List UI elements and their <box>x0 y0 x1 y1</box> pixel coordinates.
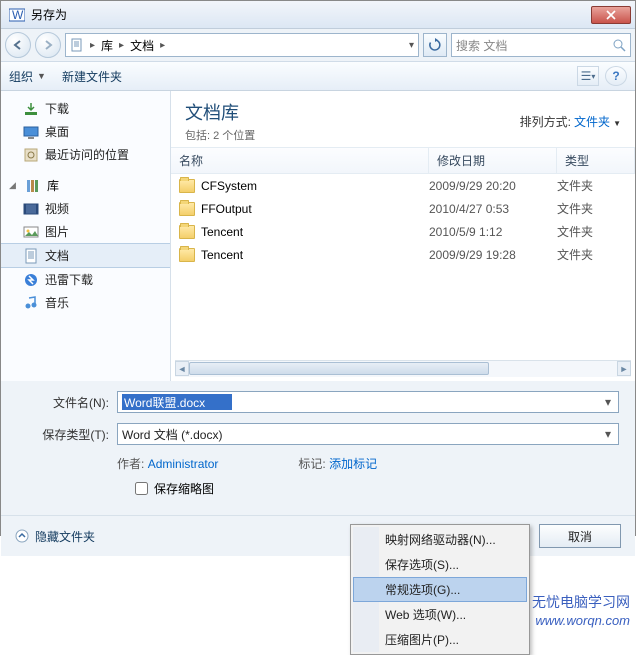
sort-control[interactable]: 排列方式: 文件夹 ▼ <box>520 113 621 130</box>
body-split: 下载 桌面 最近访问的位置 ◢库 视频 图片 文档 迅雷下载 音乐 文档库 包括… <box>1 91 635 381</box>
tree-video[interactable]: 视频 <box>1 197 170 220</box>
music-icon <box>23 295 39 311</box>
library-icon <box>25 178 41 194</box>
scroll-right-icon[interactable]: ► <box>617 361 631 376</box>
table-row[interactable]: Tencent2010/5/9 1:12文件夹 <box>171 220 635 243</box>
nav-row: ▸ 库 ▸ 文档 ▸ ▾ 搜索 文档 <box>1 29 635 61</box>
search-icon <box>613 39 626 52</box>
column-headers[interactable]: 名称 修改日期 类型 <box>171 147 635 174</box>
watermark-url: www.worqn.com <box>535 613 630 628</box>
chevron-down-icon[interactable]: ▾ <box>409 40 414 51</box>
filename-field[interactable]: ▾ <box>117 391 619 413</box>
chevron-right-icon: ▸ <box>119 40 124 51</box>
file-rows: CFSystem2009/9/29 20:20文件夹 FFOutput2010/… <box>171 174 635 356</box>
menu-web-options[interactable]: Web 选项(W)... <box>353 602 527 627</box>
chevron-right-icon: ▸ <box>90 40 95 51</box>
forward-button[interactable] <box>35 32 61 58</box>
watermark-text: 无忧电脑学习网 <box>532 592 630 612</box>
doc-icon <box>70 38 84 52</box>
documents-icon <box>23 248 39 264</box>
search-input[interactable]: 搜索 文档 <box>451 33 631 57</box>
menu-general-options[interactable]: 常规选项(G)... <box>353 577 527 602</box>
xunlei-icon <box>23 272 39 288</box>
folder-icon <box>179 202 195 216</box>
filename-input[interactable] <box>122 394 232 410</box>
new-folder-button[interactable]: 新建文件夹 <box>62 68 122 85</box>
chevron-down-icon[interactable]: ▾ <box>600 394 616 410</box>
scroll-left-icon[interactable]: ◄ <box>175 361 189 376</box>
dialog-title: 另存为 <box>31 6 589 23</box>
tools-menu: 映射网络驱动器(N)... 保存选项(S)... 常规选项(G)... Web … <box>350 524 530 655</box>
folder-icon <box>179 248 195 262</box>
save-form: 文件名(N): ▾ 保存类型(T): Word 文档 (*.docx) ▾ 作者… <box>1 381 635 515</box>
table-row[interactable]: Tencent2009/9/29 19:28文件夹 <box>171 243 635 266</box>
folder-icon <box>179 225 195 239</box>
downloads-icon <box>23 101 39 117</box>
tree-downloads[interactable]: 下载 <box>1 97 170 120</box>
menu-save-options[interactable]: 保存选项(S)... <box>353 552 527 577</box>
chevron-down-icon: ▼ <box>37 71 46 81</box>
tree-desktop[interactable]: 桌面 <box>1 120 170 143</box>
file-list-pane: 文档库 包括: 2 个位置 排列方式: 文件夹 ▼ 名称 修改日期 类型 CFS… <box>171 91 635 381</box>
chevron-down-icon[interactable]: ▾ <box>600 426 616 442</box>
video-icon <box>23 201 39 217</box>
col-type[interactable]: 类型 <box>557 148 635 173</box>
cancel-button[interactable]: 取消 <box>539 524 621 548</box>
tree-pictures[interactable]: 图片 <box>1 220 170 243</box>
table-row[interactable]: CFSystem2009/9/29 20:20文件夹 <box>171 174 635 197</box>
scroll-thumb[interactable] <box>189 362 489 375</box>
filename-label: 文件名(N): <box>17 394 109 411</box>
recent-icon <box>23 147 39 163</box>
chevron-down-icon: ▼ <box>613 119 621 128</box>
col-name[interactable]: 名称 <box>171 148 429 173</box>
menu-map-drive[interactable]: 映射网络驱动器(N)... <box>353 527 527 552</box>
save-as-dialog: W 另存为 ▸ 库 ▸ 文档 ▸ ▾ 搜索 文档 组织 ▼ 新建文件夹 ☰▾ <box>0 0 636 536</box>
tree-libraries[interactable]: ◢库 <box>1 174 170 197</box>
back-button[interactable] <box>5 32 31 58</box>
desktop-icon <box>23 124 39 140</box>
author-label: 作者: <box>117 457 144 471</box>
author-value[interactable]: Administrator <box>148 457 219 471</box>
refresh-button[interactable] <box>423 33 447 57</box>
expand-icon: ◢ <box>9 180 19 191</box>
tags-label: 标记: <box>298 457 325 471</box>
breadcrumb-lib[interactable]: 库 <box>101 37 113 54</box>
svg-text:W: W <box>12 8 24 22</box>
col-date[interactable]: 修改日期 <box>429 148 557 173</box>
nav-tree: 下载 桌面 最近访问的位置 ◢库 视频 图片 文档 迅雷下载 音乐 <box>1 91 171 381</box>
table-row[interactable]: FFOutput2010/4/27 0:53文件夹 <box>171 197 635 220</box>
view-button[interactable]: ☰▾ <box>577 66 599 86</box>
savetype-field[interactable]: Word 文档 (*.docx) ▾ <box>117 423 619 445</box>
menu-compress-pictures[interactable]: 压缩图片(P)... <box>353 627 527 652</box>
tree-recent[interactable]: 最近访问的位置 <box>1 143 170 166</box>
titlebar: W 另存为 <box>1 1 635 29</box>
close-button[interactable] <box>591 6 631 24</box>
tags-value[interactable]: 添加标记 <box>329 457 377 471</box>
thumbnail-label: 保存缩略图 <box>154 480 214 497</box>
word-icon: W <box>9 7 25 23</box>
horizontal-scrollbar[interactable]: ◄ ► <box>175 360 631 377</box>
toolbar: 组织 ▼ 新建文件夹 ☰▾ ? <box>1 61 635 91</box>
hide-folders-button[interactable]: 隐藏文件夹 <box>15 528 95 545</box>
chevron-up-icon <box>15 529 29 543</box>
tree-xunlei[interactable]: 迅雷下载 <box>1 268 170 291</box>
help-button[interactable]: ? <box>605 66 627 86</box>
chevron-right-icon: ▸ <box>160 40 165 51</box>
tree-documents[interactable]: 文档 <box>1 243 170 268</box>
search-placeholder: 搜索 文档 <box>456 37 507 54</box>
folder-icon <box>179 179 195 193</box>
organize-button[interactable]: 组织 ▼ <box>9 68 46 85</box>
button-bar: 隐藏文件夹 工具(L) ▼ 保存(S) 取消 <box>1 515 635 556</box>
thumbnail-checkbox[interactable] <box>135 482 148 495</box>
savetype-label: 保存类型(T): <box>17 426 109 443</box>
address-bar[interactable]: ▸ 库 ▸ 文档 ▸ ▾ <box>65 33 419 57</box>
pictures-icon <box>23 224 39 240</box>
breadcrumb-docs[interactable]: 文档 <box>130 37 154 54</box>
tree-music[interactable]: 音乐 <box>1 291 170 314</box>
